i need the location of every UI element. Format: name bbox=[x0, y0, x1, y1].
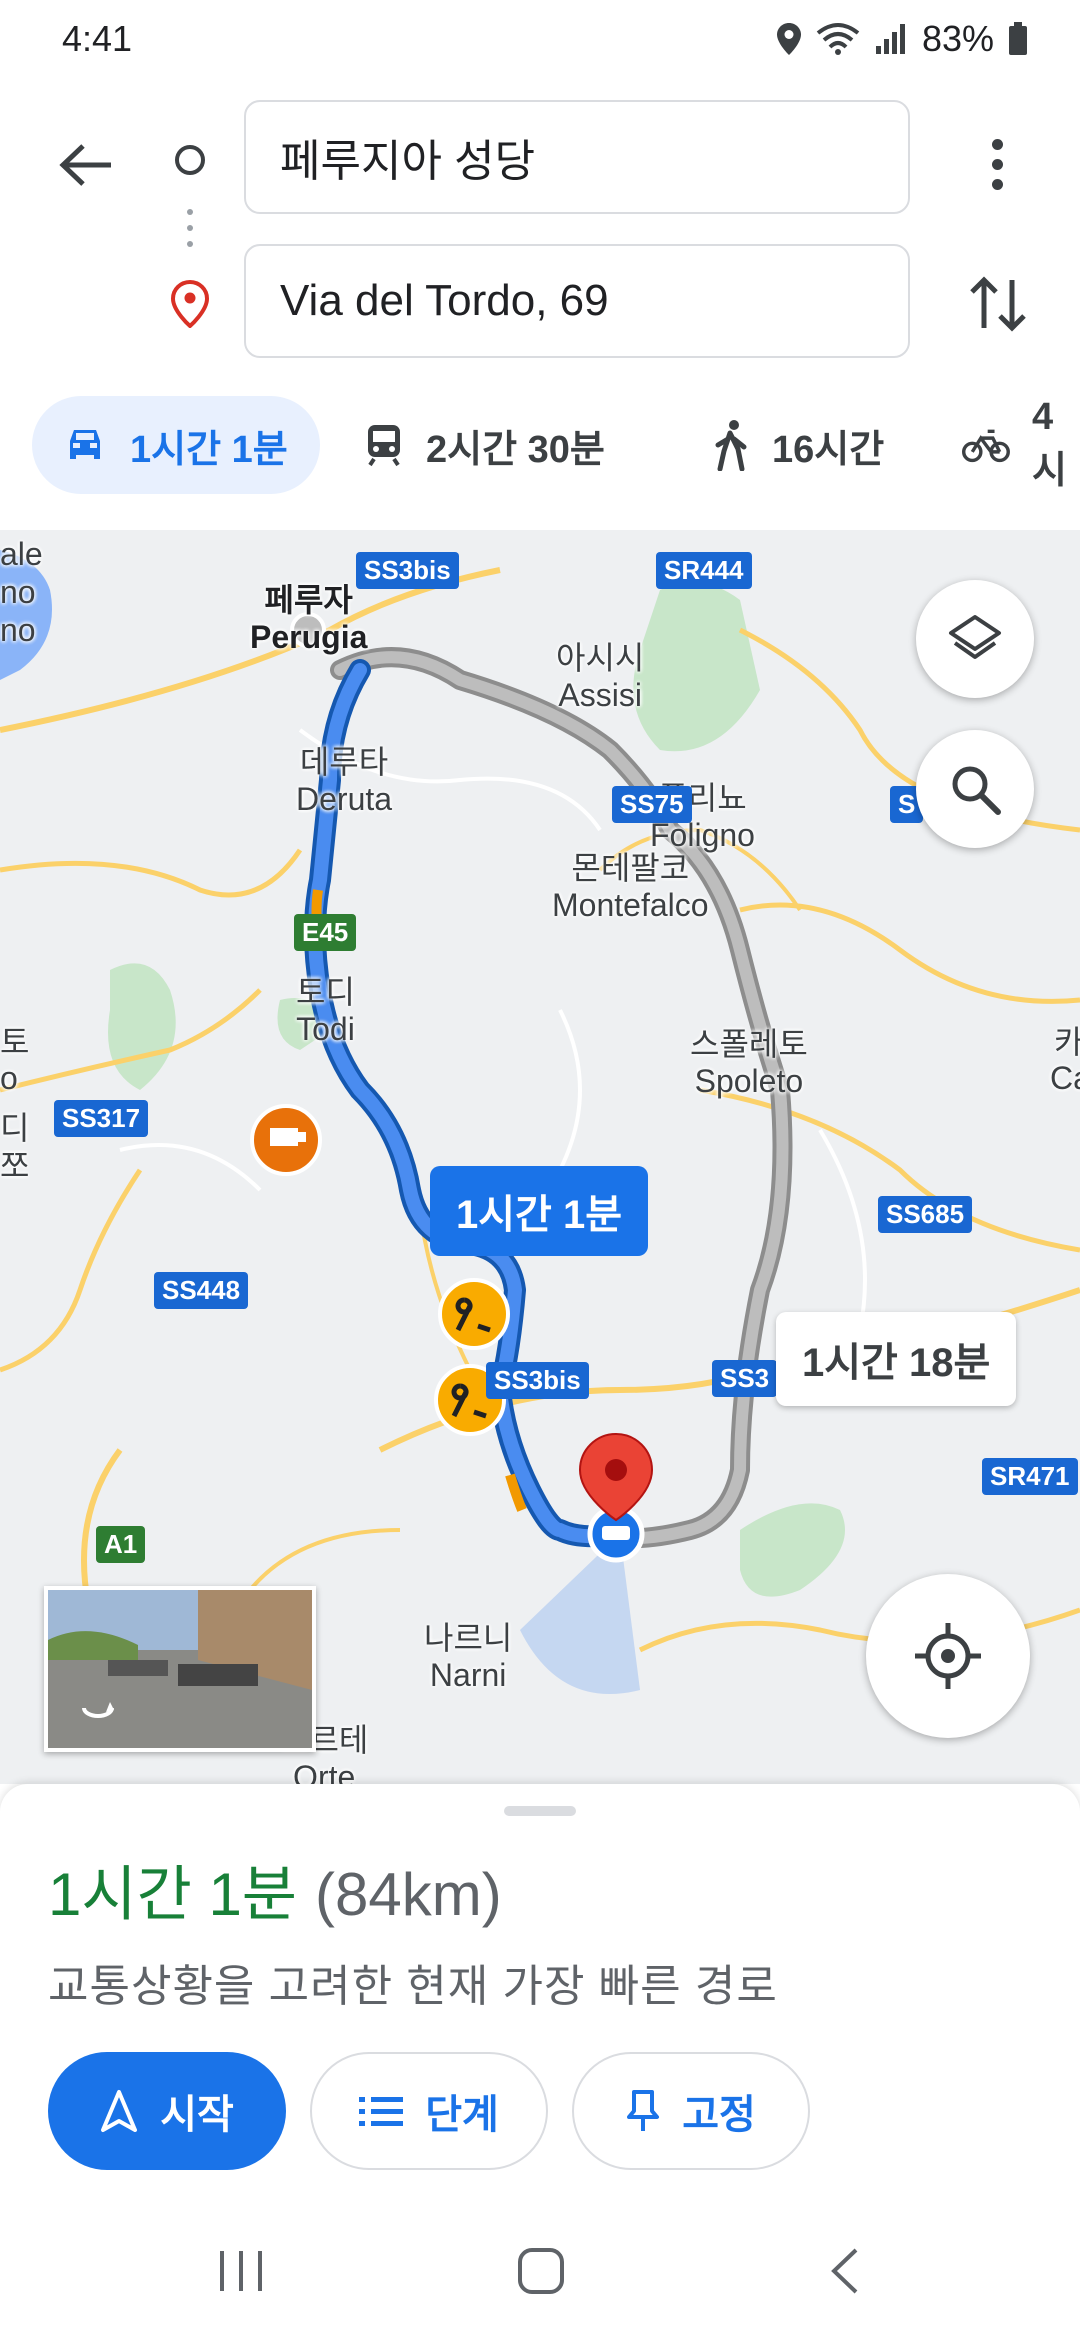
system-back-button[interactable] bbox=[810, 2236, 880, 2306]
wifi-icon bbox=[816, 23, 860, 55]
tab-drive-label: 1시간 1분 bbox=[130, 428, 288, 471]
edge-label: 토 bbox=[0, 1024, 30, 1060]
destination-input[interactable]: Via del Tordo, 69 bbox=[244, 244, 910, 358]
map-search-button[interactable] bbox=[916, 730, 1034, 848]
more-options-button[interactable] bbox=[962, 124, 1032, 204]
pin-button[interactable]: 고정 bbox=[572, 2052, 810, 2170]
edge-label: 쪼 bbox=[0, 1148, 30, 1184]
route-connector-dots bbox=[186, 209, 194, 257]
tab-drive[interactable]: 1시간 1분 bbox=[32, 396, 320, 494]
edge-label: 디 bbox=[0, 1110, 30, 1146]
origin-circle-icon bbox=[175, 145, 205, 175]
place-assisi: 아시시 Assisi bbox=[556, 640, 645, 713]
train-icon bbox=[368, 425, 400, 467]
back-button[interactable] bbox=[50, 129, 122, 201]
road-shield: SR444 bbox=[656, 552, 752, 589]
start-button-label: 시작 bbox=[160, 2093, 234, 2137]
origin-input[interactable]: 페루지아 성당 bbox=[244, 100, 910, 214]
recent-apps-button[interactable] bbox=[206, 2236, 276, 2306]
alt-route-time-bubble[interactable]: 1시간 18분 bbox=[776, 1312, 1017, 1406]
edge-label: o bbox=[0, 1060, 18, 1096]
my-location-button[interactable] bbox=[866, 1574, 1030, 1738]
place-montefalco: 몬테팔코 Montefalco bbox=[552, 850, 709, 923]
duration-value: 1시간 1분 bbox=[48, 1861, 298, 1928]
battery-icon bbox=[1009, 22, 1027, 55]
route-duration: 1시간 1분 (84km) bbox=[48, 1846, 502, 1933]
road-shield: SS685 bbox=[878, 1196, 973, 1233]
system-nav-bar bbox=[0, 2196, 1080, 2340]
location-icon bbox=[776, 23, 801, 55]
sheet-drag-handle[interactable] bbox=[504, 1806, 576, 1816]
route-summary-sheet: 1시간 1분 (84km) 교통상황을 고려한 현재 가장 빠른 경로 시작 단계… bbox=[0, 1784, 1080, 2340]
layers-button[interactable] bbox=[916, 580, 1034, 698]
route-description: 교통상황을 고려한 현재 가장 빠른 경로 bbox=[48, 1962, 778, 2011]
place-spoleto: 스폴레토 Spoleto bbox=[690, 1026, 808, 1099]
car-icon bbox=[70, 430, 100, 459]
edge-label: ale bbox=[0, 536, 43, 572]
home-icon bbox=[518, 2248, 564, 2294]
home-button[interactable] bbox=[506, 2236, 576, 2306]
place-perugia: 페루자 Perugia bbox=[250, 582, 368, 655]
start-button[interactable]: 시작 bbox=[48, 2052, 286, 2170]
place-narni: 나르니 Narni bbox=[424, 1620, 513, 1693]
road-shield: SR471 bbox=[982, 1458, 1078, 1495]
status-icons: 83% bbox=[776, 18, 1028, 60]
navigation-arrow-icon bbox=[101, 2090, 138, 2132]
status-time: 4:41 bbox=[62, 18, 133, 59]
street-view-thumbnail[interactable] bbox=[44, 1586, 316, 1752]
road-shield: SS75 bbox=[612, 786, 692, 823]
tab-transit-label: 2시간 30분 bbox=[426, 428, 605, 471]
search-icon bbox=[952, 766, 1001, 815]
tab-bike-label: 4시 bbox=[1031, 396, 1067, 492]
place-todi: 토디 Todi bbox=[296, 974, 355, 1047]
road-shield: E45 bbox=[294, 914, 357, 951]
chevron-left-icon bbox=[831, 2248, 858, 2294]
road-shield: SS3bis bbox=[486, 1362, 589, 1399]
destination-pin-icon bbox=[170, 280, 210, 328]
edge-label: no bbox=[0, 612, 36, 648]
street-view-image bbox=[48, 1590, 312, 1748]
edge-label: Ca bbox=[1050, 1060, 1080, 1096]
road-shield: SS3bis bbox=[356, 552, 459, 589]
walk-icon bbox=[715, 420, 747, 471]
edge-label: no bbox=[0, 574, 36, 610]
steps-button-label: 단계 bbox=[425, 2093, 499, 2137]
road-shield: SS317 bbox=[54, 1100, 149, 1137]
arrow-back-icon bbox=[59, 144, 111, 186]
edge-label: 카 bbox=[1054, 1024, 1080, 1060]
status-bar: 4:41 83% bbox=[0, 0, 1080, 84]
bike-icon bbox=[962, 429, 1010, 463]
signal-icon bbox=[875, 24, 905, 54]
swap-icon[interactable] bbox=[960, 266, 1036, 342]
travel-mode-tabs: 1시간 1분 2시간 30분 16시간 4시 bbox=[0, 396, 1080, 496]
distance-value: (84km) bbox=[315, 1861, 502, 1928]
map-view[interactable]: 페루자 Perugia 아시시 Assisi 데루타 Deruta 폴리뇨 Folign… bbox=[0, 530, 1080, 1784]
pin-icon bbox=[627, 2090, 660, 2131]
crosshair-icon bbox=[915, 1623, 981, 1689]
pin-button-label: 고정 bbox=[682, 2093, 756, 2137]
layers-icon bbox=[949, 615, 1001, 659]
recents-icon bbox=[220, 2251, 262, 2291]
battery-percent: 83% bbox=[921, 18, 994, 59]
directions-header: 페루지아 성당 Via del Tordo, 69 1시간 1분 2시간 30분… bbox=[0, 84, 1080, 530]
road-shield: SS448 bbox=[154, 1272, 249, 1309]
route-time-bubble[interactable]: 1시간 1분 bbox=[430, 1166, 649, 1256]
list-icon bbox=[359, 2097, 404, 2126]
road-shield: SS3 bbox=[712, 1360, 778, 1397]
steps-button[interactable]: 단계 bbox=[310, 2052, 548, 2170]
tab-walk-label: 16시간 bbox=[772, 428, 885, 471]
tab-transit[interactable]: 2시간 30분 bbox=[364, 396, 605, 494]
place-deruta: 데루타 Deruta bbox=[296, 744, 393, 817]
road-shield: A1 bbox=[96, 1526, 146, 1563]
tab-bike[interactable]: 4시 bbox=[962, 396, 1080, 494]
tab-walk[interactable]: 16시간 bbox=[712, 396, 884, 494]
